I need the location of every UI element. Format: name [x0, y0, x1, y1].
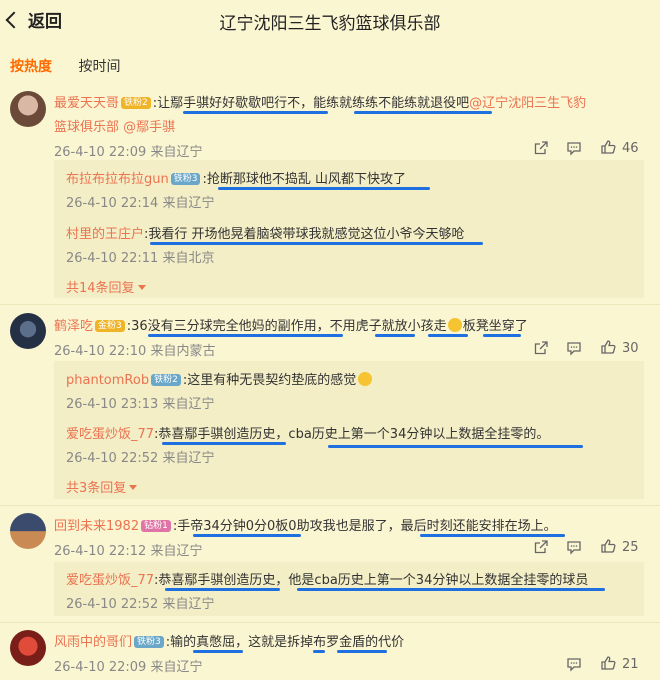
- comment-icon[interactable]: [566, 539, 582, 555]
- reply-text: :这里有种无畏契约垫底的感觉: [182, 373, 357, 388]
- fan-badge: 铁粉3: [134, 636, 164, 648]
- comment-icon[interactable]: [566, 340, 582, 356]
- highlight-underline: [162, 442, 286, 445]
- like-icon[interactable]: [600, 538, 616, 554]
- divider: [0, 622, 660, 623]
- more-replies-label: 共14条回复: [66, 281, 135, 296]
- comment-text: :输的真憋屈，这就是拆掉布罗金盾的代价: [165, 635, 405, 650]
- reply-username[interactable]: 爱吃蛋炒饭_77: [66, 427, 154, 442]
- fan-badge: 铁粉2: [151, 374, 181, 386]
- fan-badge: 铁粉2: [121, 97, 151, 109]
- comment-meta: 26-4-10 22:10 来自内蒙古: [54, 344, 216, 359]
- reply-text: :恭喜鄢手骐创造历史，他是cba历史上第一个34分钟以上数据全挂零的球员: [154, 573, 589, 588]
- like-count: 21: [622, 657, 639, 672]
- reply-meta: 26-4-10 22:52 来自辽宁: [66, 451, 215, 466]
- reply-text: :抢断那球他不捣乱 山风都下快攻了: [202, 172, 406, 187]
- highlight-underline: [183, 111, 328, 114]
- reply-line: 布拉布拉布拉gun 铁粉3:抢断那球他不捣乱 山风都下快攻了: [66, 168, 406, 187]
- avatar[interactable]: [10, 313, 46, 349]
- divider: [0, 505, 660, 506]
- highlight-underline: [218, 187, 430, 190]
- reply-meta: 26-4-10 23:13 来自辽宁: [66, 397, 215, 412]
- like-count: 30: [622, 341, 639, 356]
- reply-username[interactable]: 村里的王庄户: [66, 227, 144, 242]
- comment-text: :36没有三分球完全他妈的副作用，不用虎子就放小孩走: [126, 319, 447, 334]
- like-icon[interactable]: [600, 339, 616, 355]
- reply-line: 村里的王庄户:我看行 开场他晃着脑袋带球我就感觉这位小爷今天够呛: [66, 223, 465, 242]
- reply-meta: 26-4-10 22:14 来自辽宁: [66, 196, 215, 211]
- comment-meta: 26-4-10 22:09 来自辽宁: [54, 145, 203, 160]
- mention-link[interactable]: 篮球俱乐部 @鄢手骐: [54, 120, 175, 135]
- comment-line-2: 篮球俱乐部 @鄢手骐: [54, 116, 175, 135]
- highlight-underline: [375, 334, 415, 337]
- highlight-underline: [165, 588, 280, 591]
- reply-text: :我看行 开场他晃着脑袋带球我就感觉这位小爷今天够呛: [144, 227, 465, 242]
- share-icon[interactable]: [533, 539, 549, 555]
- reply-line: 爱吃蛋炒饭_77:恭喜鄢手骐创造历史，cba历史上第一个34分钟以上数据全挂零的…: [66, 423, 549, 442]
- avatar[interactable]: [10, 630, 46, 666]
- fan-badge: 铁粉3: [170, 173, 201, 185]
- page-title: 辽宁沈阳三生飞豹篮球俱乐部: [219, 14, 441, 34]
- fan-badge: 金粉3: [95, 320, 125, 332]
- tab-time[interactable]: 按时间: [78, 56, 120, 76]
- reply-username[interactable]: 爱吃蛋炒饭_77: [66, 573, 154, 588]
- comment-meta: 26-4-10 22:12 来自辽宁: [54, 544, 203, 559]
- avatar[interactable]: [10, 513, 46, 549]
- divider: [0, 304, 660, 305]
- highlight-underline: [420, 534, 565, 537]
- comment-line-1: 回到未来1982 钻粉1:手帝34分钟0分0板0助攻我也是服了，最后时刻还能安排在…: [54, 515, 557, 534]
- like-count: 25: [622, 540, 639, 555]
- triangle-down-icon: [137, 285, 146, 290]
- highlight-underline: [193, 534, 301, 537]
- more-replies-label: 共3条回复: [66, 481, 127, 496]
- reply-text: :恭喜鄢手骐创造历史，cba历史上第一个34分钟以上数据全挂零的。: [154, 427, 550, 442]
- reply-username[interactable]: phantomRob: [66, 373, 149, 388]
- reply-meta: 26-4-10 22:52 来自辽宁: [66, 597, 215, 612]
- highlight-underline: [297, 588, 605, 591]
- highlight-underline: [193, 650, 243, 653]
- mention-link[interactable]: @辽宁沈阳三生飞豹: [469, 96, 586, 111]
- comment-username[interactable]: 鹤泽吃: [54, 319, 93, 334]
- comment-username[interactable]: 最爱天天哥: [54, 96, 119, 111]
- comment-icon[interactable]: [566, 140, 582, 156]
- like-icon[interactable]: [600, 655, 616, 671]
- like-icon[interactable]: [600, 139, 616, 155]
- comment-icon[interactable]: [566, 656, 582, 672]
- reply-username[interactable]: 布拉布拉布拉gun: [66, 172, 169, 187]
- comment-text: :让鄢手骐好好歇歇吧行不，能练就练练不能练就退役吧: [152, 96, 470, 111]
- highlight-underline: [328, 445, 583, 448]
- reply-meta: 26-4-10 22:11 来自北京: [66, 251, 215, 266]
- comment-line-1: 风雨中的哥们 铁粉3:输的真憋屈，这就是拆掉布罗金盾的代价: [54, 631, 404, 650]
- highlight-underline: [148, 334, 343, 337]
- fan-badge: 钻粉1: [141, 520, 171, 532]
- reply-line: 爱吃蛋炒饭_77:恭喜鄢手骐创造历史，他是cba历史上第一个34分钟以上数据全挂…: [66, 569, 588, 588]
- laugh-emoji-icon: [358, 372, 373, 386]
- highlight-underline: [483, 334, 521, 337]
- highlight-underline: [354, 111, 492, 114]
- more-replies-link[interactable]: 共14条回复: [66, 277, 146, 296]
- reply-line: phantomRob 铁粉2:这里有种无畏契约垫底的感觉: [66, 369, 373, 388]
- comment-text: 板凳坐穿了: [462, 319, 528, 334]
- comment-meta: 26-4-10 22:09 来自辽宁: [54, 660, 203, 675]
- triangle-down-icon: [129, 485, 138, 490]
- highlight-underline: [313, 650, 325, 653]
- comment-username[interactable]: 回到未来1982: [54, 519, 139, 534]
- more-replies-link[interactable]: 共3条回复: [66, 477, 138, 496]
- sort-tabs: 按热度 按时间: [10, 56, 142, 76]
- share-icon[interactable]: [533, 140, 549, 156]
- highlight-underline: [150, 242, 483, 245]
- top-bar: 返回 辽宁沈阳三生飞豹篮球俱乐部: [0, 0, 660, 40]
- avatar[interactable]: [10, 91, 46, 127]
- share-icon[interactable]: [533, 340, 549, 356]
- comment-line-1: 鹤泽吃 金粉3:36没有三分球完全他妈的副作用，不用虎子就放小孩走 板凳坐穿了: [54, 315, 528, 334]
- comment-text: :手帝34分钟0分0板0助攻我也是服了，最后时刻还能安排在场上。: [172, 519, 557, 534]
- highlight-underline: [337, 650, 387, 653]
- comment-username[interactable]: 风雨中的哥们: [54, 635, 132, 650]
- comment-line-1: 最爱天天哥 铁粉2:让鄢手骐好好歇歇吧行不，能练就练练不能练就退役吧@辽宁沈阳三生…: [54, 92, 586, 111]
- highlight-underline: [428, 334, 468, 337]
- grin-emoji-icon: [447, 318, 462, 332]
- like-count: 46: [622, 141, 639, 156]
- tab-hot[interactable]: 按热度: [10, 56, 52, 76]
